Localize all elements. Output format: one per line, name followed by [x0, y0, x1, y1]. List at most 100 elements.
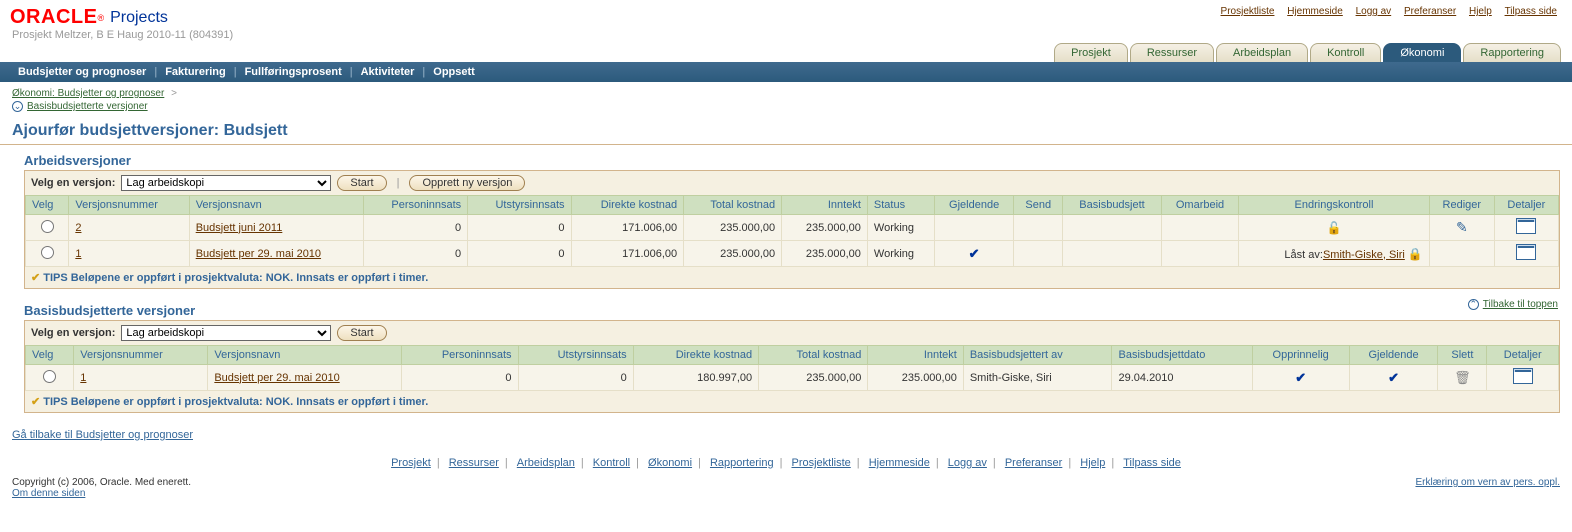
toplink-hjemmeside[interactable]: Hjemmeside: [1287, 6, 1343, 17]
section2-table: Velg Versjonsnummer Versjonsnavn Personi…: [25, 345, 1559, 391]
back-to-top-link[interactable]: Tilbake til toppen: [1483, 299, 1558, 310]
s2-row0-radio[interactable]: [43, 370, 56, 383]
s1-row1-p: 0: [363, 241, 467, 267]
s2-col-name: Versjonsnavn: [208, 346, 402, 365]
section1-start-button[interactable]: Start: [337, 175, 386, 191]
s2-col-velg: Velg: [26, 346, 74, 365]
toplink-tilpass[interactable]: Tilpass side: [1505, 6, 1557, 17]
section2-version-select[interactable]: Lag arbeidskopi: [121, 325, 331, 341]
edit-icon[interactable]: ✎: [1456, 219, 1468, 235]
subnav-oppsett[interactable]: Oppsett: [433, 66, 475, 78]
s2-row0-name[interactable]: Budsjett per 29. mai 2010: [214, 372, 339, 384]
s1-col-num: Versjonsnummer: [69, 196, 189, 215]
app-logo: ORACLE® Projects: [10, 6, 168, 29]
toplink-preferanser[interactable]: Preferanser: [1404, 6, 1456, 17]
s1-col-name: Versjonsnavn: [189, 196, 363, 215]
fl-7[interactable]: Hjemmeside: [869, 457, 930, 469]
lock-icon[interactable]: 🔓: [1327, 221, 1342, 235]
s2-row0-tk: 235.000,00: [759, 365, 868, 391]
basis-toggle-link[interactable]: Basisbudsjetterte versjoner: [27, 101, 148, 112]
s1-row0-p: 0: [363, 215, 467, 241]
s1-row1-name[interactable]: Budsjett per 29. mai 2010: [196, 248, 321, 260]
s1-row0-name[interactable]: Budsjett juni 2011: [196, 222, 283, 234]
s1-row0-radio[interactable]: [41, 220, 54, 233]
top-links: Prosjektliste Hjemmeside Logg av Prefera…: [1216, 6, 1562, 17]
s1-row0-num[interactable]: 2: [75, 222, 81, 234]
s2-row0-num[interactable]: 1: [80, 372, 86, 384]
fl-1[interactable]: Ressurser: [449, 457, 499, 469]
tip-icon: ✔: [31, 396, 40, 408]
fl-2[interactable]: Arbeidsplan: [517, 457, 575, 469]
s2-col-oppr: Opprinnelig: [1252, 346, 1349, 365]
subnav-fullforing[interactable]: Fullføringsprosent: [245, 66, 342, 78]
toplink-prosjektliste[interactable]: Prosjektliste: [1221, 6, 1275, 17]
fl-10[interactable]: Hjelp: [1080, 457, 1105, 469]
s1-row0-dk: 171.006,00: [571, 215, 684, 241]
registered-icon: ®: [97, 13, 104, 23]
s2-row0-u: 0: [518, 365, 633, 391]
about-link[interactable]: Om denne siden: [12, 488, 85, 499]
fl-3[interactable]: Kontroll: [593, 457, 630, 469]
s1-row1-radio[interactable]: [41, 246, 54, 259]
copyright-text: Copyright (c) 2006, Oracle. Med enerett.: [12, 477, 191, 488]
breadcrumb: Økonomi: Budsjetter og prognoser >: [0, 82, 1572, 101]
fl-6[interactable]: Prosjektliste: [791, 457, 850, 469]
tab-ressurser[interactable]: Ressurser: [1130, 43, 1214, 62]
s1-row1-status: Working: [867, 241, 934, 267]
chevron-down-icon[interactable]: ⌄: [12, 101, 23, 112]
tab-okonomi[interactable]: Økonomi: [1383, 43, 1461, 62]
s2-col-tk: Total kostnad: [759, 346, 868, 365]
logo-suffix: Projects: [110, 9, 168, 27]
check-icon: ✔: [1295, 370, 1306, 385]
fl-8[interactable]: Logg av: [948, 457, 987, 469]
details-icon[interactable]: [1516, 218, 1536, 234]
tab-rapportering[interactable]: Rapportering: [1463, 43, 1561, 62]
privacy-link[interactable]: Erklæring om vern av pers. oppl.: [1415, 477, 1560, 488]
subnav-aktiviteter[interactable]: Aktiviteter: [361, 66, 415, 78]
breadcrumb-sep: >: [171, 88, 177, 99]
fl-0[interactable]: Prosjekt: [391, 457, 431, 469]
section1-new-button[interactable]: Opprett ny versjon: [409, 175, 525, 191]
s1-col-rediger: Rediger: [1429, 196, 1494, 215]
tab-arbeidsplan[interactable]: Arbeidsplan: [1216, 43, 1308, 62]
s1-col-status: Status: [867, 196, 934, 215]
s1-col-gjeld: Gjeldende: [934, 196, 1014, 215]
details-icon[interactable]: [1516, 244, 1536, 260]
chevron-up-icon[interactable]: ⌃: [1468, 299, 1479, 310]
s2-col-gjeld: Gjeldende: [1349, 346, 1438, 365]
lock-icon[interactable]: 🔒: [1408, 247, 1423, 261]
s1-col-u: Utstyrsinnsats: [468, 196, 571, 215]
tab-kontroll[interactable]: Kontroll: [1310, 43, 1381, 62]
section1-table: Velg Versjonsnummer Versjonsnavn Personi…: [25, 195, 1559, 267]
locked-by-link[interactable]: Smith-Giske, Siri: [1323, 249, 1405, 261]
s1-row0-u: 0: [468, 215, 571, 241]
section2-start-button[interactable]: Start: [337, 325, 386, 341]
section2-select-label: Velg en versjon:: [31, 327, 115, 339]
trash-icon[interactable]: 🗑: [1454, 370, 1471, 385]
s1-row1-dk: 171.006,00: [571, 241, 684, 267]
toplink-hjelp[interactable]: Hjelp: [1469, 6, 1492, 17]
section1-version-select[interactable]: Lag arbeidskopi: [121, 175, 331, 191]
go-back-link[interactable]: Gå tilbake til Budsjetter og prognoser: [12, 429, 193, 441]
s2-row0-inn: 235.000,00: [868, 365, 963, 391]
subnav-fakturering[interactable]: Fakturering: [165, 66, 226, 78]
breadcrumb-link[interactable]: Økonomi: Budsjetter og prognoser: [12, 88, 164, 99]
section2-box: Velg en versjon: Lag arbeidskopi Start V…: [24, 320, 1560, 413]
tab-prosjekt[interactable]: Prosjekt: [1054, 43, 1128, 62]
s1-row1-u: 0: [468, 241, 571, 267]
s1-row1-tk: 235.000,00: [684, 241, 782, 267]
s2-col-num: Versjonsnummer: [74, 346, 208, 365]
s1-row0-status: Working: [867, 215, 934, 241]
section1-tips: ✔TIPS Beløpene er oppført i prosjektvalu…: [25, 267, 1559, 288]
fl-5[interactable]: Rapportering: [710, 457, 774, 469]
fl-9[interactable]: Preferanser: [1005, 457, 1062, 469]
fl-11[interactable]: Tilpass side: [1123, 457, 1181, 469]
subnav-budsjetter[interactable]: Budsjetter og prognoser: [18, 66, 146, 78]
s1-row1-num[interactable]: 1: [75, 248, 81, 260]
details-icon[interactable]: [1513, 368, 1533, 384]
s1-col-velg: Velg: [26, 196, 69, 215]
fl-4[interactable]: Økonomi: [648, 457, 692, 469]
toplink-loggav[interactable]: Logg av: [1356, 6, 1392, 17]
section2-tips: ✔TIPS Beløpene er oppført i prosjektvalu…: [25, 391, 1559, 412]
s1-col-tk: Total kostnad: [684, 196, 782, 215]
